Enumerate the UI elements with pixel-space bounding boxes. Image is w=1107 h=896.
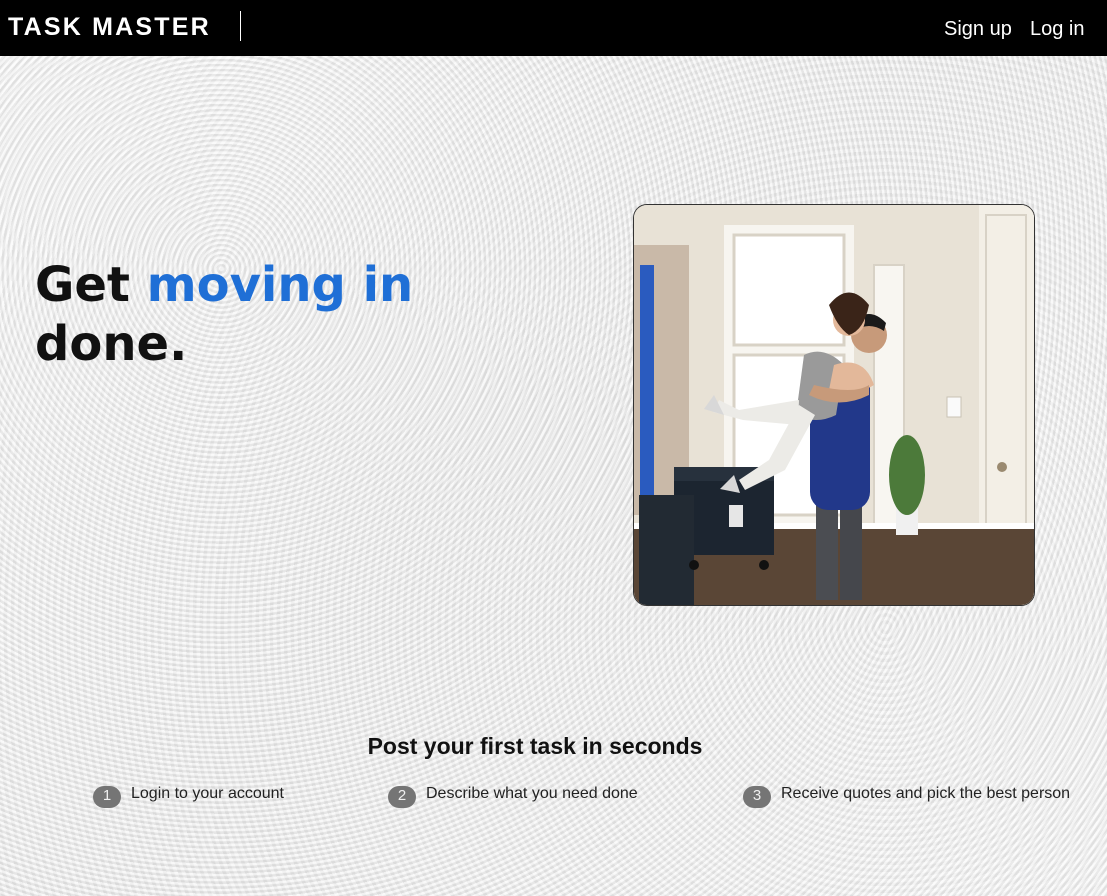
hero-title-accent: moving in xyxy=(146,257,414,313)
step-item: 1 Login to your account xyxy=(93,784,284,808)
hero-title-suffix: done. xyxy=(35,316,188,372)
step-text: Login to your account xyxy=(131,785,284,802)
step-number-badge: 1 xyxy=(93,786,121,808)
step-text: Describe what you need done xyxy=(426,785,638,802)
couple-moving-in-photo xyxy=(633,204,1035,606)
hero-title-prefix: Get xyxy=(35,257,130,313)
header-divider xyxy=(240,11,241,41)
log-in-link[interactable]: Log in xyxy=(1030,14,1085,44)
step-number-badge: 2 xyxy=(388,786,416,808)
top-navigation-bar: TASK MASTER Sign up Log in xyxy=(0,0,1107,56)
step-number-badge: 3 xyxy=(743,786,771,808)
hero-title: Get moving in done. xyxy=(35,256,455,374)
photo-illustration xyxy=(634,205,1034,605)
step-item: 2 Describe what you need done xyxy=(388,784,638,808)
step-text: Receive quotes and pick the best person xyxy=(781,785,1071,802)
brand-logo-link[interactable]: TASK MASTER xyxy=(8,10,211,44)
step-item: 3 Receive quotes and pick the best perso… xyxy=(743,784,1070,808)
steps-heading: Post your first task in seconds xyxy=(367,733,703,759)
sign-up-link[interactable]: Sign up xyxy=(944,14,1012,44)
